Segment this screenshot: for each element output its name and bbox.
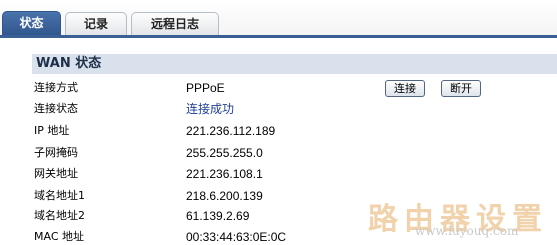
- disconnect-button[interactable]: 断开: [441, 80, 481, 97]
- dns1-value: 218.6.200.139: [186, 189, 263, 203]
- dns2-label: 域名地址2: [34, 209, 85, 222]
- tab-remote-log[interactable]: 远程日志: [131, 12, 219, 35]
- dns2-value: 61.139.2.69: [186, 209, 250, 223]
- tab-log[interactable]: 记录: [65, 12, 127, 35]
- gateway-label: 网关地址: [34, 167, 78, 180]
- connection-type-label: 连接方式: [34, 81, 78, 94]
- subnet-mask-label: 子网掩码: [34, 146, 78, 159]
- subnet-mask-value: 255.255.255.0: [186, 146, 263, 160]
- dns1-label: 域名地址1: [34, 189, 85, 202]
- connection-status-label: 连接状态: [34, 102, 78, 115]
- ip-address-label: IP 地址: [34, 124, 70, 137]
- connect-button[interactable]: 连接: [385, 80, 425, 97]
- wan-status-header: WAN 状态: [32, 54, 557, 74]
- gateway-value: 221.236.108.1: [186, 167, 263, 181]
- tab-bar: 状态 记录 远程日志: [0, 0, 557, 36]
- tab-underline: [0, 35, 557, 38]
- mac-address-value: 00:33:44:63:0E:0C: [186, 230, 287, 244]
- connection-type-value: PPPoE: [186, 81, 225, 95]
- mac-address-label: MAC 地址: [34, 230, 84, 243]
- ip-address-value: 221.236.112.189: [186, 124, 276, 138]
- watermark-url: www.luyouq.com: [415, 224, 519, 238]
- tab-status[interactable]: 状态: [2, 11, 61, 36]
- connection-status-value: 连接成功: [186, 102, 235, 116]
